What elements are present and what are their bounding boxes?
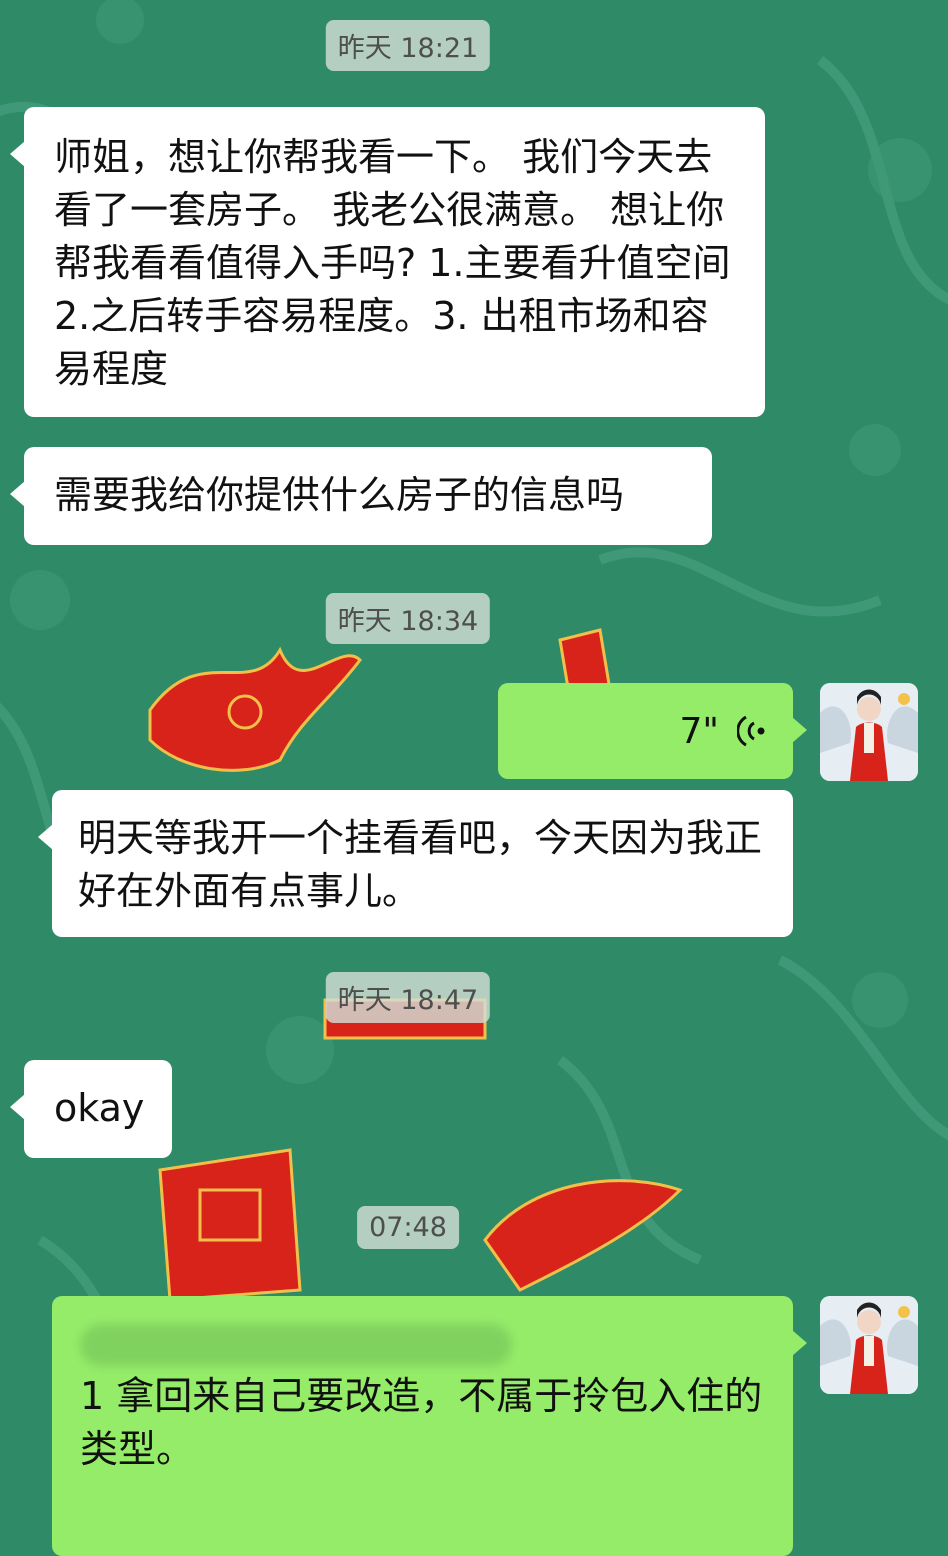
avatar-image <box>820 683 918 781</box>
message-bubble-incoming[interactable]: okay <box>10 1060 172 1158</box>
voice-message-bubble[interactable]: 7" <box>498 683 807 779</box>
message-text: 师姐，想让你帮我看一下。 我们今天去看了一套房子。 我老公很满意。 想让你帮我看… <box>54 135 731 391</box>
timestamp: 昨天 18:21 <box>325 20 491 71</box>
message-bubble-outgoing[interactable]: 1 拿回来自己要改造，不属于拎包入住的类型。 <box>52 1296 807 1556</box>
voice-duration: 7" <box>679 710 719 752</box>
message-text: okay <box>54 1086 145 1130</box>
avatar-image <box>820 1296 918 1394</box>
redacted-text <box>80 1324 512 1366</box>
timestamp: 昨天 18:34 <box>325 593 491 644</box>
voice-wave-icon <box>737 715 765 747</box>
timestamp: 07:48 <box>357 1206 459 1249</box>
user-avatar[interactable] <box>820 1296 918 1394</box>
message-bubble-incoming[interactable]: 需要我给你提供什么房子的信息吗 <box>10 447 712 545</box>
message-text: 明天等我开一个挂看看吧，今天因为我正好在外面有点事儿。 <box>78 816 763 913</box>
message-text: 1 拿回来自己要改造，不属于拎包入住的类型。 <box>80 1374 763 1471</box>
message-text: 需要我给你提供什么房子的信息吗 <box>54 473 625 517</box>
user-avatar[interactable] <box>820 683 918 781</box>
message-bubble-incoming[interactable]: 明天等我开一个挂看看吧，今天因为我正好在外面有点事儿。 <box>38 790 793 937</box>
message-bubble-incoming[interactable]: 师姐，想让你帮我看一下。 我们今天去看了一套房子。 我老公很满意。 想让你帮我看… <box>10 107 765 417</box>
timestamp: 昨天 18:47 <box>325 972 491 1023</box>
